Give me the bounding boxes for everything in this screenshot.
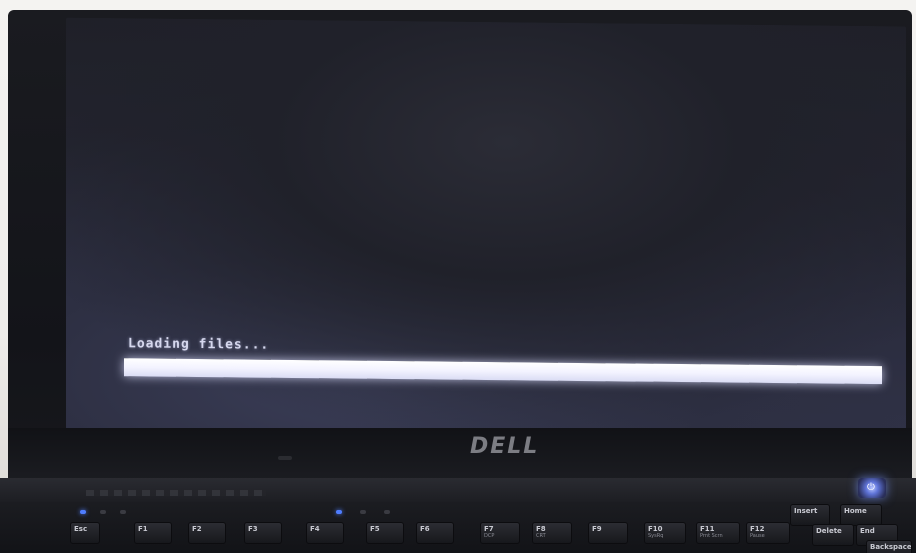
key-label: End [860, 527, 875, 535]
status-led [336, 510, 342, 514]
key-f9[interactable]: F9 [588, 522, 628, 544]
key-label: Home [844, 507, 867, 515]
key-sublabel: Pause [750, 533, 765, 539]
power-icon: ⏻ [867, 482, 875, 493]
key-label: F12 [750, 525, 765, 533]
status-led [120, 510, 126, 514]
key-label: F5 [370, 525, 380, 533]
key-home[interactable]: Home [840, 504, 882, 526]
key-f7[interactable]: F7 DCP [480, 522, 520, 544]
laptop-lid: Loading files... DELL [8, 10, 912, 480]
key-label: F6 [420, 525, 430, 533]
key-f4[interactable]: F4 [306, 522, 344, 544]
keyboard: Esc F1 F2 F3 F4 F5 F6 F7 DCP F8 CRT F9 F10 SysRq F11 Pr… [60, 504, 916, 553]
status-led [360, 510, 366, 514]
key-f8[interactable]: F8 CRT [532, 522, 572, 544]
laptop-base: ⏻ Esc F1 F2 F3 F4 F5 F6 F7 DCP F8 CRT F9 F10 SysRq F11… [0, 478, 916, 553]
loading-status-text: Loading files... [128, 336, 270, 353]
key-f11[interactable]: F11 Prnt Scrn [696, 522, 740, 544]
key-delete[interactable]: Delete [812, 524, 854, 546]
photo: Loading files... DELL ⏻ Esc F1 F2 F3 F4 F5 F6 F… [0, 0, 916, 553]
key-label: Delete [816, 527, 842, 535]
key-insert[interactable]: Insert [790, 504, 830, 526]
key-f3[interactable]: F3 [244, 522, 282, 544]
key-sublabel: DCP [484, 533, 495, 539]
key-label: F1 [138, 525, 148, 533]
model-label [86, 490, 266, 496]
loading-progress-fill [124, 358, 882, 385]
bezel-sensor [278, 456, 292, 460]
power-button[interactable]: ⏻ [858, 478, 886, 498]
key-f6[interactable]: F6 [416, 522, 454, 544]
hinge-strip [0, 478, 916, 502]
boot-screen: Loading files... [66, 17, 906, 439]
key-f10[interactable]: F10 SysRq [644, 522, 686, 544]
key-f5[interactable]: F5 [366, 522, 404, 544]
key-label: F2 [192, 525, 202, 533]
loading-progress-bar [124, 358, 882, 385]
status-led [80, 510, 86, 514]
key-label: Esc [74, 525, 88, 533]
key-label: F7 [484, 525, 494, 533]
status-led [100, 510, 106, 514]
key-sublabel: Prnt Scrn [700, 533, 723, 539]
key-label: F9 [592, 525, 602, 533]
key-f1[interactable]: F1 [134, 522, 172, 544]
status-led [384, 510, 390, 514]
key-f2[interactable]: F2 [188, 522, 226, 544]
key-backspace[interactable]: Backspace [866, 540, 912, 553]
key-f12[interactable]: F12 Pause [746, 522, 790, 544]
key-label: Backspace [870, 543, 912, 551]
key-label: F4 [310, 525, 320, 533]
key-label: F3 [248, 525, 258, 533]
key-sublabel: CRT [536, 533, 546, 539]
key-label: F10 [648, 525, 663, 533]
key-label: Insert [794, 507, 818, 515]
key-sublabel: SysRq [648, 533, 664, 539]
dell-logo: DELL [470, 434, 540, 459]
bottom-bezel [8, 428, 912, 480]
key-label: F11 [700, 525, 715, 533]
key-label: F8 [536, 525, 546, 533]
key-esc[interactable]: Esc [70, 522, 100, 544]
